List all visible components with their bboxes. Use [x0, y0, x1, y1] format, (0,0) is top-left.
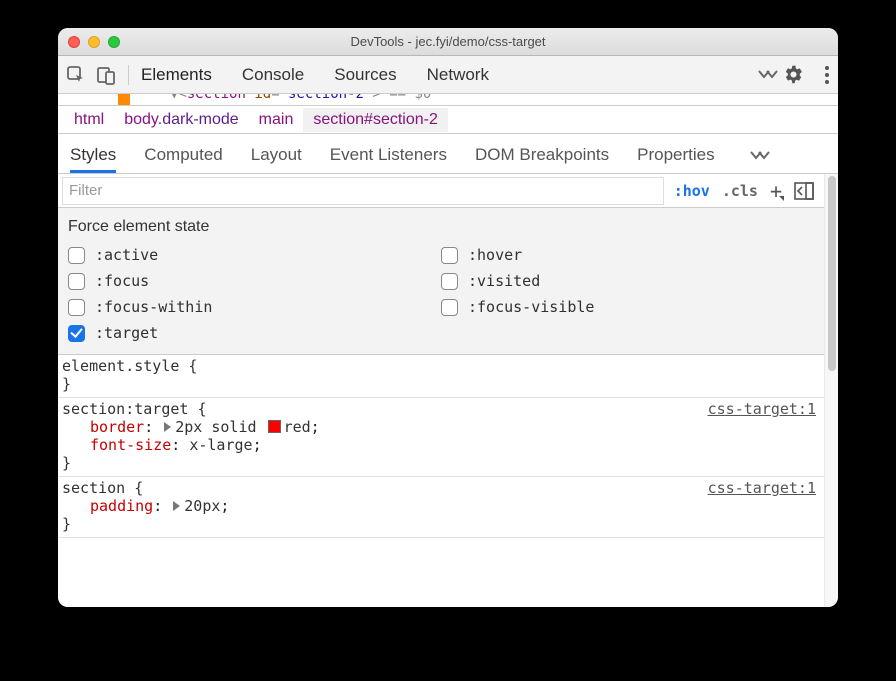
- style-rule[interactable]: css-target:1section:target {border: 2px …: [58, 398, 824, 477]
- vertical-scrollbar[interactable]: [824, 174, 838, 607]
- sub-tab-layout[interactable]: Layout: [251, 145, 302, 173]
- rule-selector[interactable]: section: [62, 479, 125, 497]
- force-state-focus[interactable]: :focus: [68, 272, 441, 290]
- rule-selector[interactable]: element.style: [62, 357, 179, 375]
- breadcrumb-item[interactable]: body.dark-mode: [114, 108, 248, 132]
- rule-source-link[interactable]: css-target:1: [708, 479, 816, 497]
- main-tab-console[interactable]: Console: [242, 65, 304, 85]
- style-declaration[interactable]: border: 2px solid red;: [62, 418, 816, 436]
- checkbox-icon[interactable]: [441, 247, 458, 264]
- style-rules-list: element.style {} css-target:1 section:targ…: [58, 355, 824, 538]
- force-state-target[interactable]: :target: [68, 324, 441, 342]
- force-element-state-panel: Force element state :active :hover :focus:…: [58, 208, 824, 355]
- more-sub-tabs-chevron-icon[interactable]: [749, 149, 771, 173]
- style-declaration[interactable]: padding: 20px;: [62, 497, 816, 515]
- styles-sub-tabs: Styles Computed Layout Event Listeners DOM B…: [58, 134, 838, 174]
- force-state-title: Force element state: [68, 218, 814, 236]
- settings-gear-icon[interactable]: [783, 64, 804, 85]
- zoom-window-button[interactable]: [108, 36, 120, 48]
- main-toolbar: Elements Console Sources Network: [58, 56, 838, 94]
- minimize-window-button[interactable]: [88, 36, 100, 48]
- styles-filter-row: :hov .cls +: [58, 174, 824, 208]
- rule-selector[interactable]: section:target: [62, 400, 188, 418]
- breadcrumb-item[interactable]: section#section-2: [303, 108, 448, 132]
- force-state-visited[interactable]: :visited: [441, 272, 814, 290]
- breadcrumb-item[interactable]: html: [64, 108, 114, 132]
- styles-filter-input[interactable]: [62, 177, 664, 205]
- force-state-focus-within[interactable]: :focus-within: [68, 298, 441, 316]
- force-state-label: :visited: [468, 272, 540, 290]
- force-state-label: :hover: [468, 246, 522, 264]
- style-rule[interactable]: element.style {}: [58, 355, 824, 398]
- force-state-hover[interactable]: :hover: [441, 246, 814, 264]
- expand-shorthand-icon[interactable]: [164, 422, 171, 432]
- toggle-hov-button[interactable]: :hov: [674, 182, 710, 200]
- toggle-cls-button[interactable]: .cls: [722, 182, 758, 200]
- checkbox-icon[interactable]: [441, 299, 458, 316]
- kebab-menu-icon[interactable]: [824, 65, 830, 85]
- sub-tab-properties[interactable]: Properties: [637, 145, 714, 173]
- checkbox-icon[interactable]: [68, 299, 85, 316]
- color-swatch-icon[interactable]: [268, 420, 281, 433]
- elements-tree-peek[interactable]: ▼<section id="section-2"> == $0: [58, 94, 838, 106]
- expand-shorthand-icon[interactable]: [173, 501, 180, 511]
- checkbox-icon[interactable]: [68, 273, 85, 290]
- style-rule[interactable]: css-target:1section {padding: 20px;}: [58, 477, 824, 538]
- style-declaration[interactable]: font-size: x-large;: [62, 436, 816, 454]
- rule-source-link[interactable]: css-target:1: [708, 400, 816, 418]
- force-state-focus-visible[interactable]: :focus-visible: [441, 298, 814, 316]
- breadcrumb-item[interactable]: main: [249, 108, 304, 132]
- inspect-icon[interactable]: [66, 65, 86, 85]
- force-state-label: :active: [95, 246, 158, 264]
- sub-tab-computed[interactable]: Computed: [144, 145, 222, 173]
- main-tab-sources[interactable]: Sources: [334, 65, 396, 85]
- main-tab-elements[interactable]: Elements: [141, 65, 212, 85]
- main-tab-network[interactable]: Network: [427, 65, 489, 85]
- breadcrumb: htmlbody.dark-modemainsection#section-2: [58, 106, 838, 134]
- window-title: DevTools - jec.fyi/demo/css-target: [58, 34, 838, 49]
- new-style-rule-button[interactable]: +: [770, 179, 782, 203]
- checkbox-icon[interactable]: [68, 325, 85, 342]
- checkbox-icon[interactable]: [68, 247, 85, 264]
- checkbox-icon[interactable]: [441, 273, 458, 290]
- force-state-label: :target: [95, 324, 158, 342]
- more-tabs-chevron-icon[interactable]: [757, 68, 779, 82]
- device-toggle-icon[interactable]: [96, 65, 116, 85]
- force-state-active[interactable]: :active: [68, 246, 441, 264]
- force-state-label: :focus: [95, 272, 149, 290]
- sub-tab-styles[interactable]: Styles: [70, 145, 116, 173]
- toggle-computed-sidebar-icon[interactable]: [794, 182, 814, 200]
- sub-tab-event-listeners[interactable]: Event Listeners: [330, 145, 447, 173]
- force-state-label: :focus-visible: [468, 298, 594, 316]
- devtools-window: DevTools - jec.fyi/demo/css-target Eleme…: [58, 28, 838, 607]
- force-state-label: :focus-within: [95, 298, 212, 316]
- sub-tab-dom-breakpoints[interactable]: DOM Breakpoints: [475, 145, 609, 173]
- close-window-button[interactable]: [68, 36, 80, 48]
- window-titlebar: DevTools - jec.fyi/demo/css-target: [58, 28, 838, 56]
